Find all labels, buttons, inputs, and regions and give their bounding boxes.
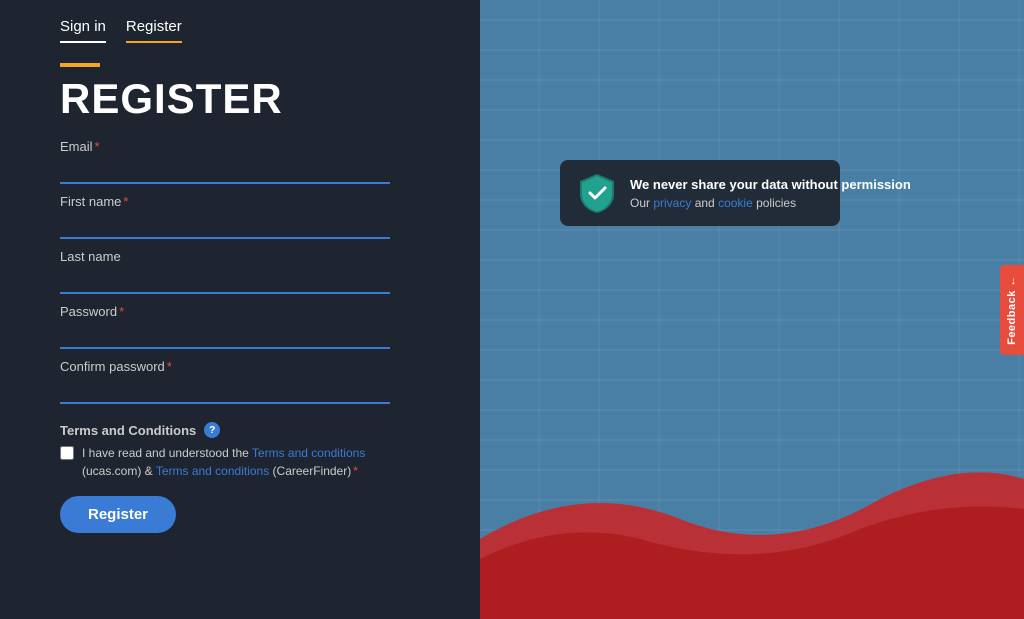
- red-swoosh: [480, 399, 1024, 619]
- privacy-tooltip: We never share your data without permiss…: [560, 160, 840, 226]
- privacy-title: We never share your data without permiss…: [630, 177, 911, 192]
- firstname-group: First name*: [60, 194, 420, 239]
- firstname-required: *: [123, 194, 128, 209]
- email-required: *: [95, 139, 100, 154]
- password-required: *: [119, 304, 124, 319]
- privacy-subtitle: Our privacy and cookie policies: [630, 196, 911, 210]
- nav-tabs: Sign in Register: [60, 0, 420, 43]
- privacy-link[interactable]: privacy: [653, 196, 691, 210]
- feedback-tab[interactable]: Feedback ←: [1000, 265, 1024, 355]
- confirm-password-input[interactable]: [60, 378, 390, 404]
- tab-register[interactable]: Register: [126, 18, 182, 43]
- privacy-text: We never share your data without permiss…: [630, 177, 911, 210]
- terms-required: *: [353, 464, 358, 478]
- title-area: REGISTER: [60, 63, 420, 123]
- cookie-link[interactable]: cookie: [718, 196, 753, 210]
- firstname-input[interactable]: [60, 213, 390, 239]
- confirm-password-required: *: [167, 359, 172, 374]
- lastname-group: Last name: [60, 249, 420, 294]
- confirm-password-label: Confirm password*: [60, 359, 420, 374]
- register-button[interactable]: Register: [60, 496, 176, 533]
- registration-form: Email* First name* Last name Password* C: [60, 139, 420, 414]
- page-title: REGISTER: [60, 75, 420, 123]
- lastname-label: Last name: [60, 249, 420, 264]
- terms-section: Terms and Conditions ? I have read and u…: [60, 422, 420, 480]
- email-input[interactable]: [60, 158, 390, 184]
- terms-title: Terms and Conditions: [60, 423, 196, 438]
- terms-checkbox-row: I have read and understood the Terms and…: [60, 444, 420, 480]
- terms-checkbox[interactable]: [60, 446, 74, 460]
- password-group: Password*: [60, 304, 420, 349]
- email-group: Email*: [60, 139, 420, 184]
- terms-text: I have read and understood the Terms and…: [82, 444, 420, 480]
- title-accent-bar: [60, 63, 100, 67]
- shield-icon: [576, 172, 618, 214]
- password-label: Password*: [60, 304, 420, 319]
- right-panel: We never share your data without permiss…: [480, 0, 1024, 619]
- left-panel: Sign in Register REGISTER Email* First n…: [0, 0, 480, 619]
- email-label: Email*: [60, 139, 420, 154]
- terms-title-row: Terms and Conditions ?: [60, 422, 420, 438]
- careerfinder-terms-link[interactable]: Terms and conditions: [156, 464, 269, 478]
- password-input[interactable]: [60, 323, 390, 349]
- firstname-label: First name*: [60, 194, 420, 209]
- terms-help-icon[interactable]: ?: [204, 422, 220, 438]
- tab-signin[interactable]: Sign in: [60, 18, 106, 43]
- lastname-input[interactable]: [60, 268, 390, 294]
- ucas-terms-link[interactable]: Terms and conditions: [252, 446, 365, 460]
- confirm-password-group: Confirm password*: [60, 359, 420, 404]
